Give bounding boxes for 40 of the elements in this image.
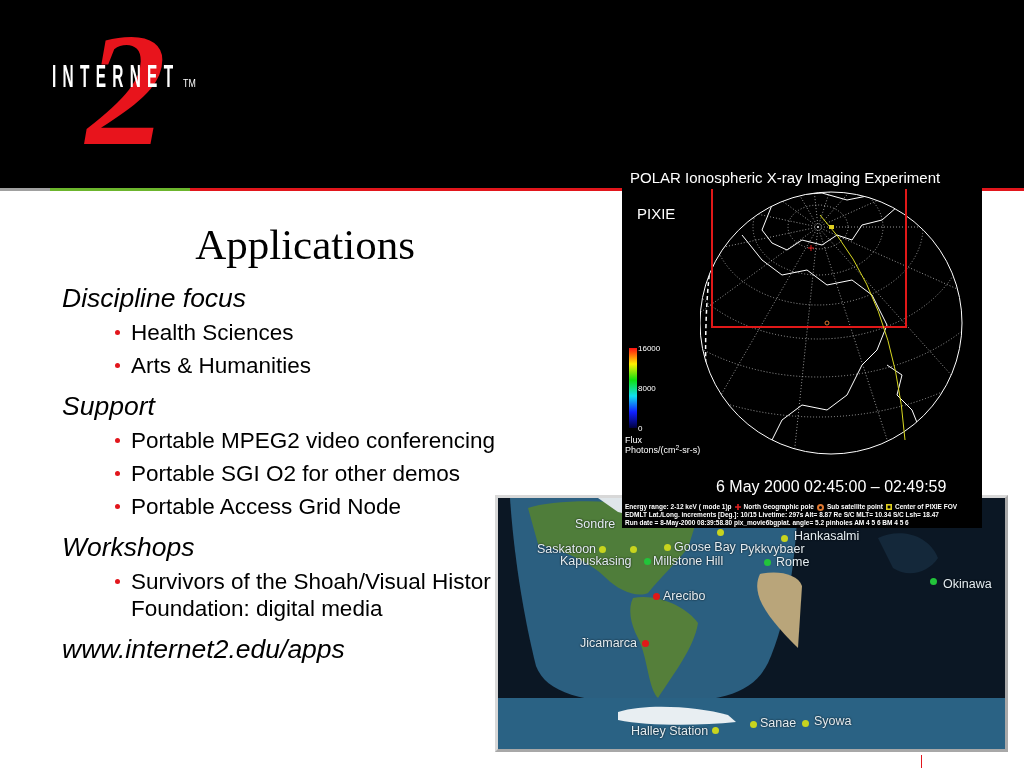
bullet-text: Portable SGI O2 for other demos	[131, 460, 461, 487]
scale-title: Flux	[625, 435, 642, 445]
place-label: Goose Bay	[674, 540, 736, 554]
bullet-icon	[115, 504, 120, 509]
place-label: Jicamarca	[580, 636, 637, 650]
place-label: Kapuskasing	[560, 554, 632, 568]
image-timestamp: 6 May 2000 02:45:00 – 02:49:59	[716, 478, 947, 496]
place-label: Syowa	[814, 714, 852, 728]
section-heading: Workshops	[62, 532, 195, 562]
scale-units: Photons/(cm$^{2}$-sr-s)	[625, 445, 701, 455]
scale-label: 0	[638, 424, 643, 433]
place-label: Rome	[776, 555, 810, 569]
bullet-text: Portable Access Grid Node	[131, 493, 403, 520]
bullet-icon	[115, 330, 120, 335]
place-label: Halley Station	[631, 724, 709, 738]
bullet-text: Portable MPEG2 video conferencing	[131, 427, 496, 454]
image-title: POLAR Ionospheric X-ray Imaging Experiment	[630, 170, 941, 186]
scale-label: 8000	[638, 384, 656, 393]
slide-title: Applications	[195, 220, 415, 270]
scale-label: 16000	[638, 344, 661, 353]
bullet-icon	[115, 363, 120, 368]
bullet-text: Survivors of the Shoah/Visual Histor Foundation: digital media	[131, 568, 492, 622]
place-label: Pykkvybaer	[740, 542, 805, 556]
bullet-icon	[115, 471, 120, 476]
place-label: Arecibo	[663, 589, 706, 603]
bullet-icon	[115, 438, 120, 443]
image-subtitle: PIXIE	[637, 206, 676, 222]
bullet-icon	[115, 579, 120, 584]
bullet-text: Arts & Humanities	[131, 352, 313, 379]
place-label: Millstone Hill	[653, 554, 724, 568]
color-scale-icon	[629, 348, 637, 428]
place-label: Sondre	[575, 517, 616, 531]
place-label: Saskatoon	[537, 542, 597, 556]
bullet-text: Health Sciences	[131, 319, 295, 346]
section-heading: Discipline focus	[62, 283, 247, 313]
place-label: Okinawa	[943, 577, 992, 591]
website-url: www.internet2.edu/apps	[62, 634, 345, 664]
place-label: Hankasalmi	[794, 529, 860, 543]
place-label: Sanae	[760, 716, 797, 730]
section-heading: Support	[62, 391, 155, 421]
